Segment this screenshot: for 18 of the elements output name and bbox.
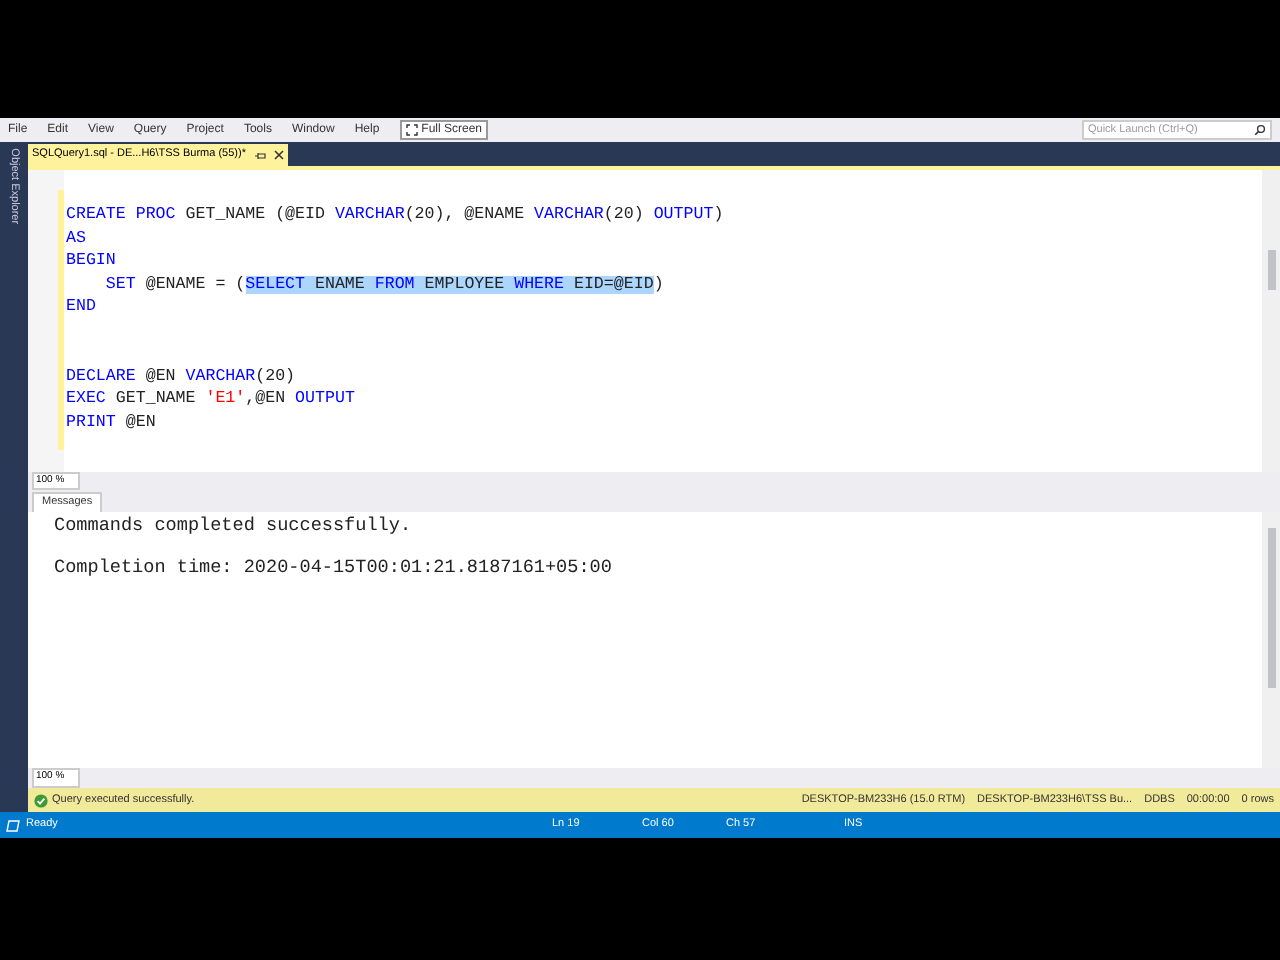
code-line: PRINT @EN (66, 411, 156, 434)
vertical-scrollbar[interactable] (1262, 170, 1280, 472)
code-line: SET @ENAME = (SELECT ENAME FROM EMPLOYEE WHERE EID=@EID) (103, 273, 664, 296)
code-line: AS (66, 227, 86, 250)
pin-icon[interactable] (253, 151, 266, 159)
success-icon (34, 793, 48, 807)
expand-icon (405, 124, 418, 136)
code-line: END (66, 296, 96, 319)
message-line: Commands completed successfully. (54, 514, 412, 536)
code-line: DECLARE @EN VARCHAR(20) (66, 365, 296, 388)
ready-icon (6, 819, 20, 831)
code-line: BEGIN (66, 250, 116, 273)
code-line: EXEC GET_NAME 'E1',@EN OUTPUT (66, 388, 355, 411)
close-icon[interactable] (273, 150, 284, 160)
code-line: CREATE PROC GET_NAME (@EID VARCHAR(20), @ENAME VARCHAR(20) OUTPUT) (66, 204, 724, 227)
search-icon (1254, 124, 1266, 136)
message-line: Completion time: 2020-04-15T00:01:21.8187161+05:00 (54, 556, 612, 579)
editor[interactable]: CREATE PROC GET_NAME (@EID VARCHAR(20), @ENAME VARCHAR(20) OUTPUT) AS BEGIN SET @ENAME = (SELECT ENAME FROM EMPLOYEE WHERE EID=@EID) END DECLARE @EN VARCHAR(20) EXEC GET_NAME 'E1',@EN OUTPUT PRINT @EN (28, 166, 1280, 472)
